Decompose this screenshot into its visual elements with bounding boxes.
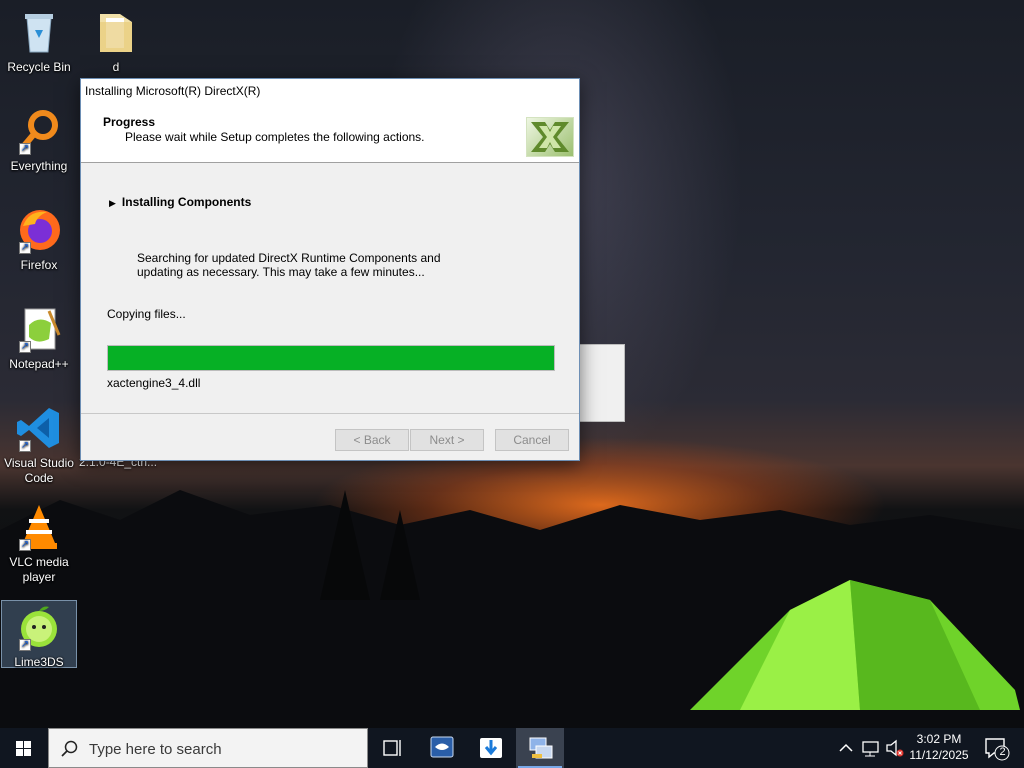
clock-date: 11/12/2025: [909, 748, 969, 762]
vscode-icon: ↗: [15, 404, 63, 452]
notification-count: 2: [999, 746, 1006, 758]
notepad-plus-plus-icon: ↗: [15, 305, 63, 353]
desktop-icon-label: VLC media player: [9, 555, 69, 584]
directx-logo-icon: [526, 117, 574, 157]
search-placeholder: Type here to search: [89, 741, 222, 758]
next-button[interactable]: Next >: [410, 429, 484, 451]
windows-logo-icon: [16, 741, 31, 756]
install-progress-bar: [107, 345, 555, 371]
volume-muted-icon: [886, 739, 904, 757]
network-tray-button[interactable]: [860, 728, 882, 768]
progress-bar-fill: [108, 346, 554, 370]
desktop-icon-label: Everything: [10, 159, 68, 173]
status-text: Copying files...: [107, 307, 186, 321]
section-heading-text: Installing Components: [121, 195, 252, 209]
taskbar-installer-button[interactable]: [467, 728, 515, 768]
dialog-title: Installing Microsoft(R) DirectX(R): [85, 84, 261, 98]
progress-description: Searching for updated DirectX Runtime Co…: [137, 251, 441, 279]
desktop-icon-notepad-plus-plus[interactable]: ↗ Notepad++: [1, 305, 77, 372]
directx-installer-dialog: Installing Microsoft(R) DirectX(R) Progr…: [80, 78, 580, 461]
taskbar-clock[interactable]: 3:02 PM 11/12/2025: [906, 731, 972, 763]
search-icon: [61, 740, 78, 757]
shortcut-arrow-icon: ↗: [19, 440, 31, 452]
taskbar-search-box[interactable]: Type here to search: [48, 728, 368, 768]
desktop-icon-label: Firefox: [20, 258, 58, 272]
network-icon: [862, 741, 879, 757]
desktop-icon-vscode[interactable]: ↗ Visual Studio Code: [1, 404, 77, 486]
installer-download-icon: [480, 738, 502, 758]
task-view-button[interactable]: [368, 728, 416, 768]
desktop-icon-everything[interactable]: ↗ Everything: [1, 107, 77, 174]
cancel-button[interactable]: Cancel: [495, 429, 569, 451]
dialog-titlebar[interactable]: Installing Microsoft(R) DirectX(R): [81, 79, 579, 103]
dialog-header: Progress Please wait while Setup complet…: [81, 103, 579, 163]
current-file-name: xactengine3_4.dll: [107, 376, 201, 390]
action-center-button[interactable]: 2: [974, 728, 1018, 768]
taskbar-app-button[interactable]: [418, 728, 466, 768]
firefox-icon: ↗: [15, 206, 63, 254]
desktop-icon-vlc[interactable]: ↗ VLC media player: [1, 503, 77, 585]
desktop-icon-label: Lime3DS: [14, 655, 64, 669]
shortcut-arrow-icon: ↗: [19, 143, 31, 155]
taskbar-directx-setup-button[interactable]: [516, 728, 564, 768]
desktop-icon-folder-d[interactable]: d: [78, 8, 154, 75]
recycle-bin-icon: [15, 8, 63, 56]
desktop-icon-label: d: [112, 60, 120, 74]
notification-icon: [985, 738, 1010, 761]
desktop-icon-label: Recycle Bin: [7, 60, 71, 74]
glowing-tent: [690, 580, 1020, 710]
chevron-up-icon: [839, 743, 853, 752]
task-view-icon: [383, 740, 401, 756]
volume-tray-button[interactable]: [884, 728, 906, 768]
shortcut-arrow-icon: ↗: [19, 242, 31, 254]
show-hidden-icons-button[interactable]: [836, 728, 856, 768]
header-title: Progress: [103, 115, 156, 129]
everything-search-icon: ↗: [15, 107, 63, 155]
back-button[interactable]: < Back: [335, 429, 409, 451]
desktop-icon-firefox[interactable]: ↗ Firefox: [1, 206, 77, 273]
clock-time: 3:02 PM: [916, 732, 962, 746]
dialog-separator: [81, 413, 579, 414]
desktop-icon-recycle-bin[interactable]: Recycle Bin: [1, 8, 77, 75]
folder-icon: [92, 8, 140, 56]
desktop-icon-lime3ds[interactable]: ↗ Lime3DS: [1, 600, 77, 669]
shortcut-arrow-icon: ↗: [19, 639, 31, 651]
app-blue-icon: [430, 736, 454, 758]
directx-setup-icon: [529, 737, 553, 759]
shortcut-arrow-icon: ↗: [19, 341, 31, 353]
header-subtitle: Please wait while Setup completes the fo…: [125, 130, 425, 144]
start-button[interactable]: [0, 728, 48, 768]
installing-components-heading: ▶ Installing Components: [109, 195, 251, 209]
desktop-icon-label: Visual Studio Code: [4, 456, 74, 485]
desktop-icon-label: Notepad++: [9, 357, 69, 371]
shortcut-arrow-icon: ↗: [19, 539, 31, 551]
lime3ds-icon: ↗: [15, 603, 63, 651]
taskbar: Type here to search 3:02 PM 11/12/2025 2: [0, 728, 1024, 768]
triangle-right-icon: ▶: [109, 198, 116, 208]
vlc-icon: ↗: [15, 503, 63, 551]
